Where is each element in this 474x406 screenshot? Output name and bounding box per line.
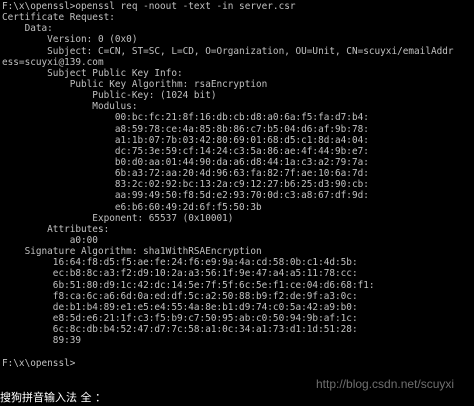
console-line: Subject Public Key Info: [2, 67, 183, 79]
console-line: 89:39 [2, 335, 82, 347]
console-line: Exponent: 65537 (0x10001) [2, 212, 234, 224]
ime-status-bar: 搜狗拼音输入法 全 ： [0, 391, 106, 404]
console-line: Version: 0 (0x0) [2, 34, 138, 46]
console-line: a1:1b:07:7b:03:42:80:69:01:68:d5:c1:8d:a… [2, 134, 369, 146]
console-line: ess=scuyxi@139.com [2, 56, 104, 68]
console-line: f8:ca:6c:a6:6d:0a:ed:df:5c:a2:50:88:b9:f… [2, 290, 358, 302]
console-line: 16:64:f8:d5:f5:ae:fe:24:f6:e9:9a:4a:cd:5… [2, 257, 358, 269]
console-line: Modulus: [2, 101, 138, 113]
console-line: b0:d0:aa:01:44:90:da:a6:d8:44:1a:c3:a2:7… [2, 156, 369, 168]
console-line: Subject: C=CN, ST=SC, L=CD, O=Organizati… [2, 45, 454, 57]
console-line: 6c:8c:db:b4:52:47:d7:7c:58:a1:0c:34:a1:7… [2, 324, 358, 336]
console-line: a0:00 [2, 234, 98, 246]
console-line: 00:bc:fc:21:8f:16:db:cb:d8:a0:6a:f5:fa:d… [2, 112, 369, 124]
console-line: aa:99:49:50:f8:5d:e2:93:70:0d:c3:a8:67:d… [2, 190, 369, 202]
console-line: e8:5d:e6:21:1f:c3:f5:b9:c7:50:95:ab:c0:5… [2, 312, 358, 324]
console-line: 83:2c:02:92:bc:13:2a:c9:12:27:b6:25:d3:9… [2, 179, 369, 191]
console-line: ec:b8:8c:a3:f2:d9:10:2a:a3:56:1f:9e:47:a… [2, 268, 358, 280]
console-line: F:\x\openssl>openssl req -noout -text -i… [2, 1, 296, 12]
console-window[interactable]: F:\x\openssl>openssl req -noout -text -i… [0, 0, 474, 406]
console-line: Public-Key: (1024 bit) [2, 90, 217, 102]
console-line: 6b:51:80:d9:1c:42:dc:14:5e:7f:5f:6c:5e:f… [2, 279, 375, 291]
console-line: de:b1:b4:89:e1:e5:e4:55:4a:8e:b1:d9:74:c… [2, 301, 358, 313]
console-line: e6:b6:60:49:2d:6f:f5:50:3b [2, 201, 262, 213]
console-line: Attributes: [2, 223, 110, 235]
console-line: F:\x\openssl> [2, 357, 76, 369]
console-line: a8:59:78:ce:4a:85:8b:86:c7:b5:04:d6:af:9… [2, 123, 369, 135]
console-line: dc:75:3e:59:cf:14:24:c3:5a:86:ae:4f:44:9… [2, 145, 369, 157]
blog-watermark: http://blog.csdn.net/scuyxi [316, 377, 455, 391]
console-output: F:\x\openssl>openssl req -noout -text -i… [2, 1, 454, 369]
console-line: Public Key Algorithm: rsaEncryption [2, 78, 268, 90]
console-line: Signature Algorithm: sha1WithRSAEncrypti… [2, 246, 262, 258]
console-line: Certificate Request: [2, 12, 115, 24]
console-line: 6b:a3:72:aa:20:4d:96:63:fa:82:7f:ae:10:6… [2, 168, 369, 180]
console-line: Data: [2, 23, 53, 35]
